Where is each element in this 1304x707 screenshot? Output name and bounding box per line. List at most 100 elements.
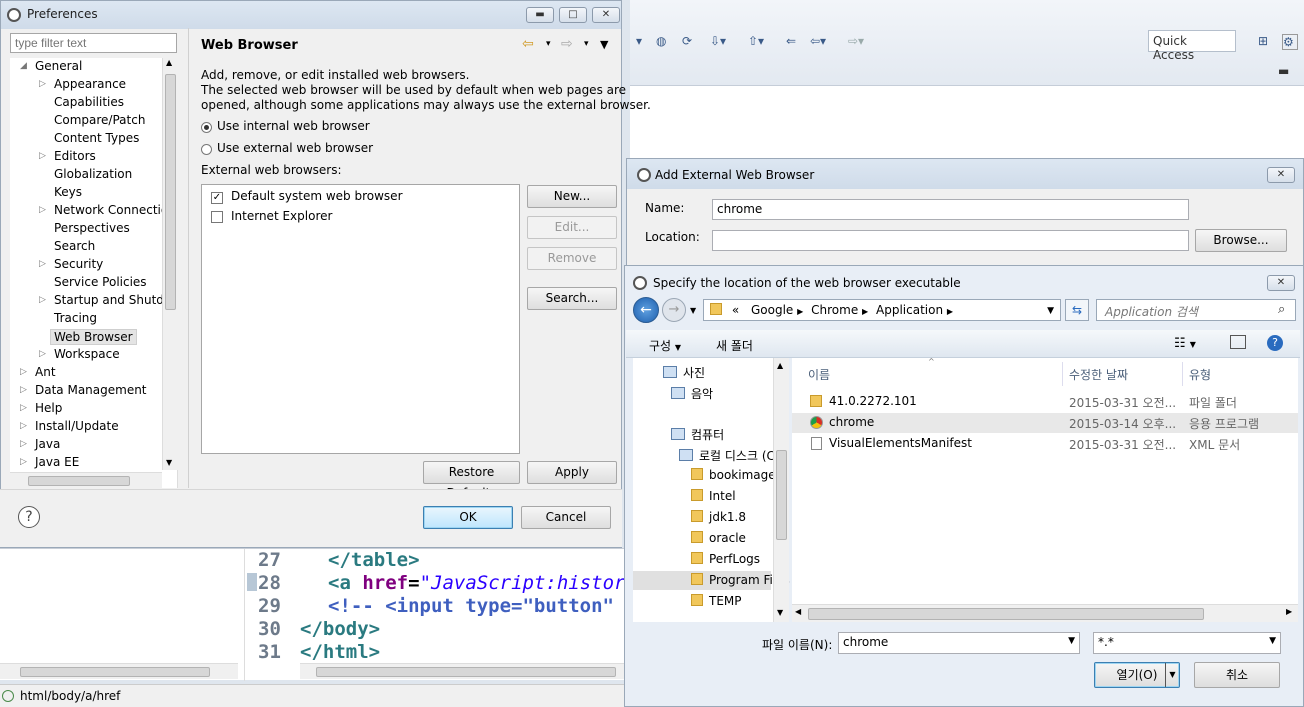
forward-icon[interactable]: ⇨ <box>561 36 573 52</box>
maximize-button[interactable]: □ <box>559 7 587 23</box>
preview-pane-icon[interactable] <box>1230 335 1246 349</box>
cancel-button[interactable]: 취소 <box>1194 662 1280 688</box>
column-divider[interactable] <box>1182 362 1183 386</box>
quick-access-input[interactable]: Quick Access <box>1148 30 1236 62</box>
tree-item[interactable]: Startup and Shutdo <box>54 293 171 307</box>
filetype-select[interactable]: *.* ▼ <box>1093 632 1281 654</box>
file-dialog-titlebar[interactable]: Specify the location of the web browser … <box>625 266 1303 298</box>
expand-icon[interactable]: ▷ <box>39 295 46 305</box>
breadcrumb[interactable]: Google <box>751 303 793 317</box>
tree-item[interactable]: Appearance <box>54 77 126 91</box>
tree-item[interactable]: Perspectives <box>54 221 130 235</box>
browser-list[interactable]: ✓ Default system web browser Internet Ex… <box>201 184 520 454</box>
nav-item[interactable]: 음악 <box>671 385 713 402</box>
search-input[interactable]: Application 검색 <box>1096 299 1296 321</box>
browser-item[interactable]: Internet Explorer <box>231 209 332 223</box>
browser-checkbox[interactable] <box>211 211 223 223</box>
expand-icon[interactable]: ▷ <box>39 259 46 269</box>
tree-h-scrollbar[interactable] <box>10 472 162 488</box>
file-h-scrollbar[interactable]: ◀ ▶ <box>792 604 1298 622</box>
scroll-up-icon[interactable]: ▲ <box>166 58 172 67</box>
file-name[interactable]: chrome <box>829 415 874 429</box>
expand-icon[interactable]: ▷ <box>20 457 27 467</box>
nav-item[interactable]: Program Files <box>633 571 790 590</box>
remove-button[interactable]: Remove <box>527 247 617 270</box>
expand-icon[interactable]: ▷ <box>20 385 27 395</box>
expand-icon[interactable]: ▷ <box>20 421 27 431</box>
file-name[interactable]: VisualElementsManifest <box>829 436 972 450</box>
cancel-button[interactable]: Cancel <box>521 506 611 529</box>
tree-item[interactable]: Help <box>35 401 62 415</box>
new-button[interactable]: New... <box>527 185 617 208</box>
tree-item[interactable]: Install/Update <box>35 419 119 433</box>
prev-annotation-icon[interactable]: ⇧▾ <box>748 34 764 50</box>
globe-icon[interactable]: ◍ <box>656 34 666 50</box>
tree-v-scrollbar[interactable]: ▲ ▼ <box>162 58 178 470</box>
tree-item[interactable]: Tracing <box>54 311 97 325</box>
browser-checkbox[interactable]: ✓ <box>211 192 223 204</box>
scroll-right-icon[interactable]: ▶ <box>1286 607 1292 616</box>
nav-item[interactable]: PerfLogs <box>691 552 760 566</box>
breadcrumb[interactable]: Application <box>876 303 943 317</box>
outline-h-scrollbar[interactable] <box>0 663 238 679</box>
close-button[interactable]: ✕ <box>1267 275 1295 291</box>
tree-item[interactable]: Compare/Patch <box>54 113 145 127</box>
tree-item[interactable]: Capabilities <box>54 95 124 109</box>
scroll-up-icon[interactable]: ▲ <box>777 361 783 370</box>
tree-item[interactable]: General <box>35 59 82 73</box>
breadcrumb-overflow[interactable]: « <box>732 303 739 317</box>
forward-dropdown-icon[interactable]: ▾ <box>584 39 589 49</box>
back-icon[interactable]: ← <box>633 297 659 323</box>
recent-locations-icon[interactable]: ▼ <box>690 306 696 315</box>
scroll-down-icon[interactable]: ▼ <box>166 458 172 467</box>
address-dropdown-icon[interactable]: ▼ <box>1047 306 1054 316</box>
column-divider[interactable] <box>1062 362 1063 386</box>
internal-browser-label[interactable]: Use internal web browser <box>217 119 370 133</box>
refresh-icon[interactable]: ⇆ <box>1065 299 1089 321</box>
open-split-icon[interactable]: ▼ <box>1165 663 1179 687</box>
next-annotation-icon[interactable]: ⇩▾ <box>710 34 726 50</box>
tree-item[interactable]: Network Connection <box>54 203 176 217</box>
nav-item[interactable]: 컴퓨터 <box>671 426 724 443</box>
name-field[interactable]: chrome <box>712 199 1189 220</box>
tree-item[interactable]: Search <box>54 239 95 253</box>
add-browser-titlebar[interactable]: Add External Web Browser <box>627 159 1303 189</box>
internal-browser-radio[interactable] <box>201 122 212 133</box>
location-field[interactable] <box>712 230 1189 251</box>
view-menu-icon[interactable]: ▼ <box>600 38 608 51</box>
forward-icon[interactable]: → <box>662 298 686 322</box>
tree-item[interactable]: Java EE <box>35 455 79 469</box>
tree-item[interactable]: Security <box>54 257 103 271</box>
nav-item[interactable]: TEMP <box>691 594 742 608</box>
browser-item[interactable]: Default system web browser <box>231 189 403 203</box>
filetype-dropdown-icon[interactable]: ▼ <box>1269 636 1276 646</box>
organize-button[interactable]: 구성 ▼ <box>649 337 681 354</box>
scroll-left-icon[interactable]: ◀ <box>795 607 801 616</box>
tree-item[interactable]: Service Policies <box>54 275 147 289</box>
expand-icon[interactable]: ▷ <box>39 205 46 215</box>
close-button[interactable]: ✕ <box>592 7 620 23</box>
address-bar[interactable]: « Google ▶ Chrome ▶ Application ▶ ▼ <box>703 299 1061 321</box>
refresh-icon[interactable]: ⟳ <box>682 34 692 50</box>
open-perspective-icon[interactable]: ⊞ <box>1258 34 1268 50</box>
code-editor[interactable]: 27 </table> 28 <a href="JavaScript:histo… <box>0 548 660 681</box>
view-options-icon[interactable]: ☷ ▼ <box>1174 336 1196 351</box>
editor-h-scrollbar[interactable] <box>300 663 624 679</box>
back-dropdown-icon[interactable]: ▾ <box>546 39 551 49</box>
expand-icon[interactable]: ▷ <box>20 403 27 413</box>
toolbar-dropdown-icon[interactable]: ▾ <box>636 34 642 50</box>
close-button[interactable]: ✕ <box>1267 167 1295 183</box>
apply-button[interactable]: Apply <box>527 461 617 484</box>
filename-dropdown-icon[interactable]: ▼ <box>1068 636 1075 646</box>
browse-button[interactable]: Browse... <box>1195 229 1287 252</box>
column-header-name[interactable]: 이름 <box>808 366 830 383</box>
forward-icon[interactable]: ⇨▾ <box>848 34 864 50</box>
tree-item[interactable]: Workspace <box>54 347 120 361</box>
search-button[interactable]: Search... <box>527 287 617 310</box>
collapse-icon[interactable]: ◢ <box>20 61 27 71</box>
expand-icon[interactable]: ▷ <box>20 367 27 377</box>
tree-item[interactable]: Globalization <box>54 167 132 181</box>
filename-combobox[interactable]: chrome ▼ <box>838 632 1080 654</box>
back-icon[interactable]: ⇦ <box>522 36 534 52</box>
expand-icon[interactable]: ▷ <box>39 151 46 161</box>
